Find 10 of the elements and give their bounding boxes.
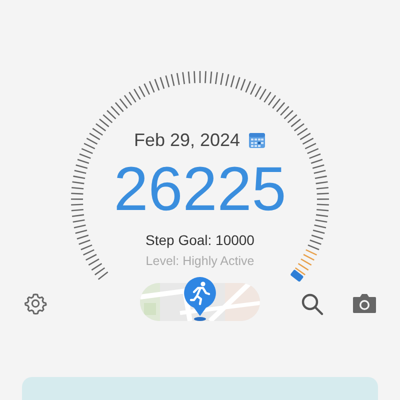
- activity-level-label: Level: Highly Active: [146, 253, 254, 269]
- step-count: 26225: [114, 155, 286, 225]
- search-icon[interactable]: [300, 292, 324, 316]
- settings-icon[interactable]: [24, 292, 47, 315]
- date-label: Feb 29, 2024: [134, 129, 240, 152]
- gauge-marker: [290, 269, 304, 282]
- calendar-icon[interactable]: [248, 131, 266, 149]
- step-goal-label: Step Goal: 10000: [146, 231, 254, 249]
- runner-pin-icon[interactable]: [183, 276, 217, 321]
- camera-icon[interactable]: [352, 292, 377, 314]
